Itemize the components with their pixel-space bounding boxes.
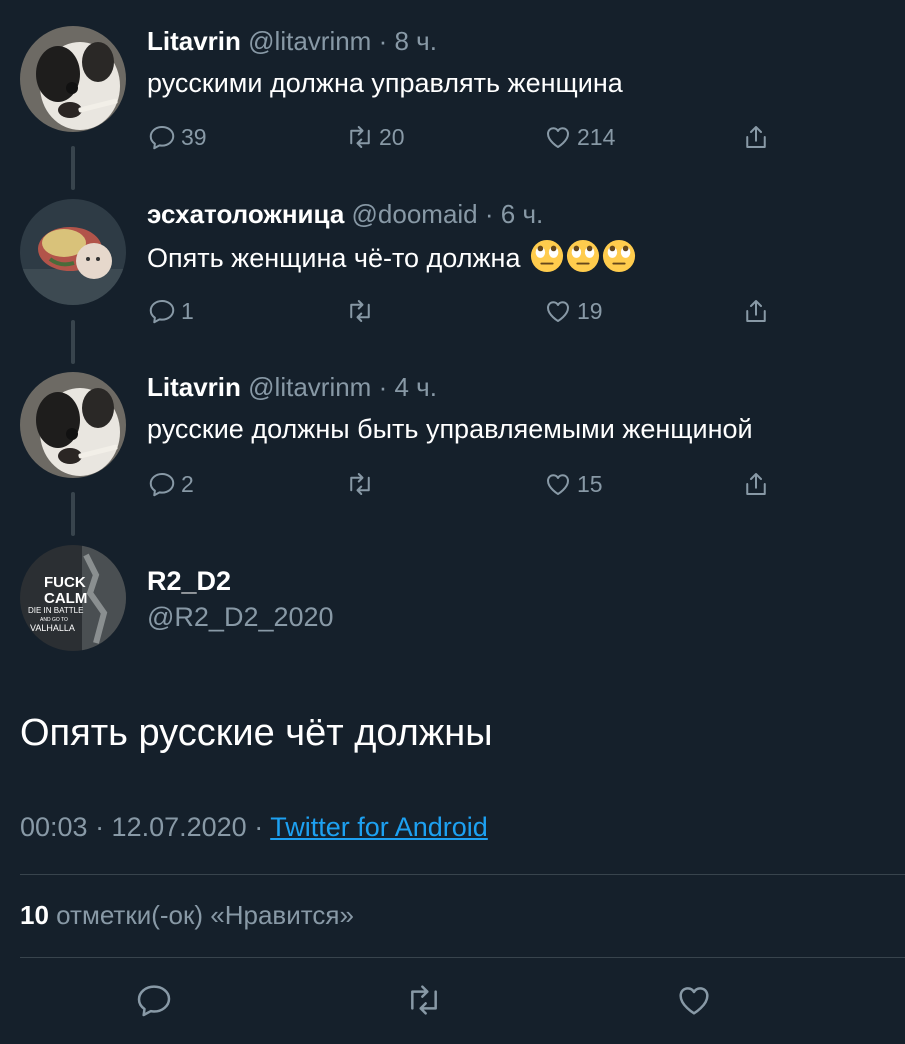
heart-icon <box>547 301 569 322</box>
main-tweet-timestamp: 00:03 · 12.07.2020 · <box>20 812 264 842</box>
reply-button[interactable]: 39 <box>147 120 207 154</box>
tweet-header: Litavrin @litavrinm · 8 ч. <box>147 25 437 57</box>
main-tweet-text: Опять русские чёт должны <box>20 712 493 754</box>
avatar-text-3: DIE IN BATTLE <box>28 606 83 615</box>
tweet-time[interactable]: · 6 ч. <box>485 199 543 229</box>
tweet-text: Опять женщина чё-то должна <box>147 243 521 273</box>
retweet-icon <box>350 126 370 148</box>
retweet-icon <box>411 985 437 1015</box>
main-tweet-actions <box>0 980 905 1024</box>
tweet-header: Litavrin @litavrinm · 4 ч. <box>147 371 437 403</box>
tweet-text-line: Опять женщина чё-то должна <box>147 239 636 275</box>
reply-count: 2 <box>181 470 194 497</box>
heart-icon <box>547 127 569 148</box>
dog-avatar-image <box>20 372 126 478</box>
retweet-button[interactable]: 20 <box>345 120 405 154</box>
tweet-text: русскими должна управлять женщина <box>147 68 623 98</box>
author-name[interactable]: Litavrin <box>147 372 241 402</box>
divider <box>20 874 905 875</box>
like-summary[interactable]: 10 отметки(-ок) «Нравится» <box>20 900 354 931</box>
share-button[interactable] <box>741 120 771 154</box>
tweet-time[interactable]: · 8 ч. <box>379 26 437 56</box>
share-button[interactable] <box>741 294 771 328</box>
author-handle[interactable]: @litavrinm <box>248 26 371 56</box>
avatar-text-1: FUCK <box>44 574 86 591</box>
retweet-count: 20 <box>379 123 405 150</box>
like-button[interactable]: 15 <box>543 467 603 501</box>
main-like-button[interactable] <box>674 980 718 1024</box>
reply-count: 39 <box>181 123 207 150</box>
reply-button[interactable]: 1 <box>147 294 194 328</box>
like-button[interactable]: 19 <box>543 294 603 328</box>
author-name[interactable]: Litavrin <box>147 26 241 56</box>
tweet-text: русские должны быть управляемыми женщино… <box>147 414 753 444</box>
main-tweet-meta: 00:03 · 12.07.2020 · Twitter for Android <box>20 812 488 843</box>
author-handle[interactable]: @doomaid <box>352 199 478 229</box>
doll-avatar-image <box>20 199 126 305</box>
divider <box>20 957 905 958</box>
tweet-actions: 2 15 <box>147 467 797 501</box>
retweet-button[interactable] <box>345 467 375 501</box>
avatar-text-2: CALM <box>44 590 87 607</box>
tweet-source-link[interactable]: Twitter for Android <box>270 812 488 842</box>
like-count: 15 <box>577 470 603 497</box>
thread-connector <box>71 492 75 536</box>
reply-icon <box>149 300 175 324</box>
avatar-litavrin[interactable] <box>20 372 126 478</box>
eye-roll-emoji <box>602 239 636 273</box>
reply-count: 1 <box>181 297 194 324</box>
like-button[interactable]: 214 <box>543 120 615 154</box>
like-total: 10 <box>20 900 49 930</box>
retweet-icon <box>350 473 370 495</box>
author-handle[interactable]: @litavrinm <box>248 372 371 402</box>
valhalla-avatar-image: FUCK CALM DIE IN BATTLE AND GO TO VALHAL… <box>20 545 126 651</box>
tweet-actions: 39 20 214 <box>147 120 797 154</box>
dog-avatar-image <box>20 26 126 132</box>
main-author-name[interactable]: R2_D2 <box>147 566 231 597</box>
reply-icon <box>137 985 171 1017</box>
avatar-r2-d2[interactable]: FUCK CALM DIE IN BATTLE AND GO TO VALHAL… <box>20 545 126 651</box>
reply-icon <box>149 126 175 150</box>
author-name[interactable]: эсхатоложница <box>147 199 344 229</box>
like-summary-label: отметки(-ок) «Нравится» <box>56 900 354 930</box>
avatar-litavrin[interactable] <box>20 26 126 132</box>
share-icon <box>746 300 766 322</box>
heart-icon <box>547 474 569 495</box>
main-retweet-button[interactable] <box>404 980 448 1024</box>
share-button[interactable] <box>741 467 771 501</box>
reply-button[interactable]: 2 <box>147 467 194 501</box>
main-author-handle[interactable]: @R2_D2_2020 <box>147 602 334 633</box>
retweet-button[interactable] <box>345 294 375 328</box>
eye-roll-emoji <box>530 239 564 273</box>
tweet-time[interactable]: · 4 ч. <box>379 372 437 402</box>
eye-roll-emoji <box>566 239 600 273</box>
tweet-header: эсхатоложница @doomaid · 6 ч. <box>147 198 543 230</box>
retweet-icon <box>350 300 370 322</box>
reply-icon <box>149 473 175 497</box>
share-icon <box>746 126 766 148</box>
thread-connector <box>71 146 75 190</box>
avatar-text-5: VALHALLA <box>30 623 75 633</box>
avatar-doomaid[interactable] <box>20 199 126 305</box>
heart-icon <box>679 987 709 1015</box>
share-icon <box>746 473 766 495</box>
like-count: 214 <box>577 123 616 150</box>
tweet-actions: 1 19 <box>147 294 797 328</box>
thread-connector <box>71 320 75 364</box>
main-reply-button[interactable] <box>134 980 178 1024</box>
like-count: 19 <box>577 297 603 324</box>
